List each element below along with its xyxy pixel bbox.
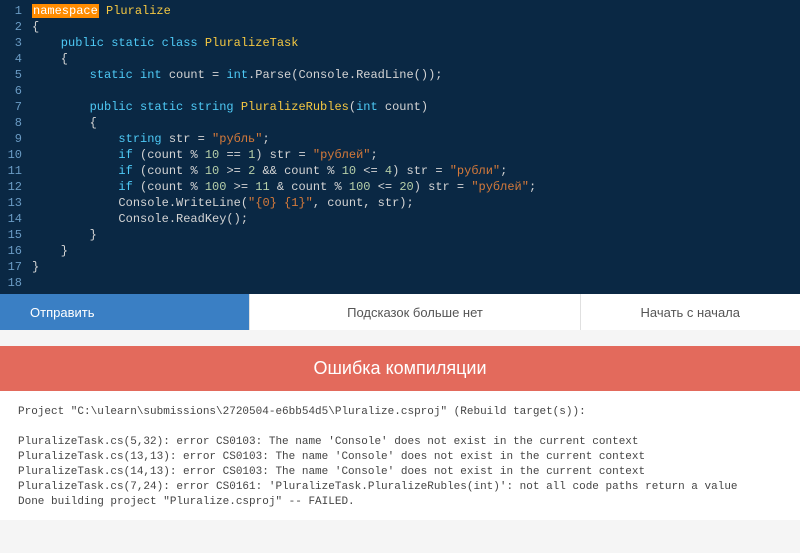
code-editor[interactable]: 123456789101112131415161718 namespace Pl… [0,0,800,294]
line-number: 8 [4,115,22,131]
error-output: Project "C:\ulearn\submissions\2720504-e… [0,391,800,520]
submit-button[interactable]: Отправить [0,294,250,330]
line-number: 6 [4,83,22,99]
line-gutter: 123456789101112131415161718 [0,0,28,294]
line-number: 1 [4,3,22,19]
line-number: 9 [4,131,22,147]
line-number: 10 [4,147,22,163]
restart-button[interactable]: Начать с начала [581,294,800,330]
line-number: 11 [4,163,22,179]
line-number: 18 [4,275,22,291]
line-number: 16 [4,243,22,259]
namespace-keyword: namespace [32,4,99,18]
line-number: 17 [4,259,22,275]
line-number: 14 [4,211,22,227]
spacer [0,330,800,346]
line-number: 7 [4,99,22,115]
line-number: 15 [4,227,22,243]
action-bar: Отправить Подсказок больше нет Начать с … [0,294,800,330]
line-number: 12 [4,179,22,195]
line-number: 5 [4,67,22,83]
error-title: Ошибка компиляции [0,346,800,391]
line-number: 2 [4,19,22,35]
line-number: 4 [4,51,22,67]
line-number: 13 [4,195,22,211]
hints-button[interactable]: Подсказок больше нет [250,294,580,330]
line-number: 3 [4,35,22,51]
code-area[interactable]: namespace Pluralize { public static clas… [28,0,800,294]
